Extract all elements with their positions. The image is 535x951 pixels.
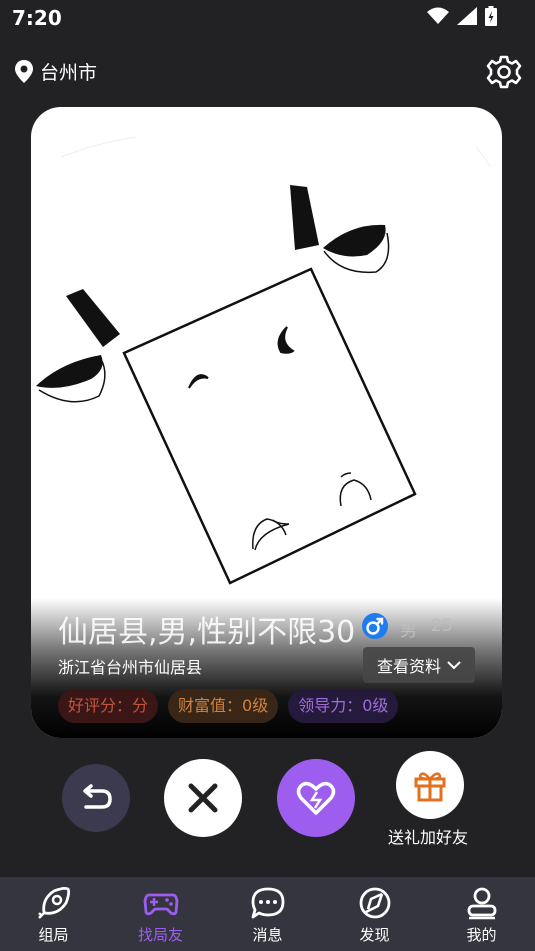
gift-icon bbox=[414, 772, 446, 802]
male-gender-icon bbox=[362, 613, 388, 639]
compass-icon bbox=[359, 887, 391, 919]
battery-icon bbox=[485, 6, 497, 26]
tag-leadership: 领导力：0级 bbox=[288, 689, 399, 723]
undo-icon bbox=[83, 784, 112, 809]
nav-item-group[interactable]: 组局 bbox=[0, 877, 107, 951]
card-title: 仙居县,男,性别不限30 bbox=[58, 615, 356, 650]
nav-item-discover[interactable]: 发现 bbox=[321, 877, 428, 951]
view-profile-button[interactable]: 查看资料 bbox=[363, 647, 475, 683]
card-tags: 好评分：分 财富值：0级 领导力：0级 bbox=[58, 689, 399, 723]
signal-icon bbox=[457, 7, 477, 25]
chevron-down-icon bbox=[447, 661, 461, 670]
rocket-icon bbox=[38, 886, 71, 919]
chat-bubble-icon bbox=[251, 887, 285, 919]
gift-button[interactable] bbox=[396, 751, 464, 819]
top-bar: 台州市 bbox=[0, 48, 535, 94]
nav-label-profile: 我的 bbox=[466, 926, 497, 944]
close-icon bbox=[188, 783, 218, 813]
status-time: 7:20 bbox=[12, 6, 62, 30]
heart-icon bbox=[296, 781, 336, 815]
gamepad-icon bbox=[143, 893, 179, 916]
nav-item-profile[interactable]: 我的 bbox=[428, 877, 535, 951]
nav-item-messages[interactable]: 消息 bbox=[214, 877, 321, 951]
status-bar: 7:20 bbox=[0, 0, 535, 36]
profile-card[interactable]: 仙居县,男,性别不限30 男 25 浙江省台州市仙居县 查看资料 好评分：分 财… bbox=[31, 107, 502, 738]
nav-label-discover: 发现 bbox=[359, 926, 390, 944]
reject-button[interactable] bbox=[164, 759, 242, 837]
wifi-icon bbox=[427, 7, 449, 24]
settings-gear-icon[interactable] bbox=[484, 52, 524, 92]
tag-rating: 好评分：分 bbox=[58, 689, 159, 723]
undo-button[interactable] bbox=[62, 764, 130, 832]
status-icons bbox=[427, 6, 497, 26]
user-icon bbox=[467, 887, 497, 920]
like-button[interactable] bbox=[277, 759, 355, 837]
gender-label: 男 bbox=[400, 621, 417, 641]
nav-label-messages: 消息 bbox=[252, 926, 283, 944]
tag-wealth: 财富值：0级 bbox=[168, 689, 279, 723]
gift-add-friend-label[interactable]: 送礼加好友 bbox=[388, 824, 468, 848]
location-pin-icon bbox=[15, 60, 33, 83]
location-city[interactable]: 台州市 bbox=[40, 58, 97, 85]
view-profile-label: 查看资料 bbox=[376, 657, 441, 676]
nav-item-find-partner[interactable]: 找局友 bbox=[107, 877, 214, 951]
bottom-nav: 组局 找局友 消息 发现 我的 bbox=[0, 877, 535, 951]
card-address: 浙江省台州市仙居县 bbox=[58, 658, 203, 677]
age-label: 25 bbox=[431, 616, 453, 636]
nav-label-find-partner: 找局友 bbox=[137, 926, 183, 944]
nav-label-group: 组局 bbox=[38, 926, 69, 944]
